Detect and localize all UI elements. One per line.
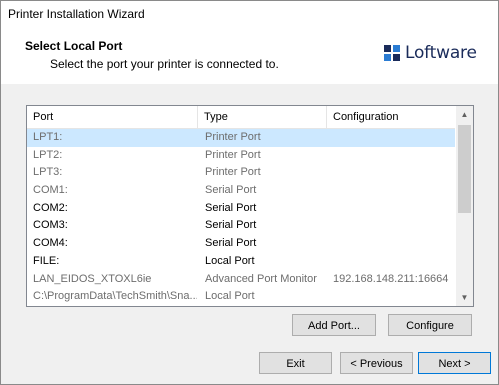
column-header-configuration[interactable]: Configuration [327,106,455,128]
type-cell: Printer Port [205,148,261,161]
exit-button[interactable]: Exit [259,352,332,374]
window-title: Printer Installation Wizard [8,7,145,21]
logo-wordmark: Loftware [405,43,477,63]
configuration-cell [333,288,453,306]
port-cell: COM2: [33,201,68,214]
column-header-port[interactable]: Port [27,106,198,128]
port-list-scrollbar[interactable]: ▲ ▼ [456,106,473,306]
port-row[interactable]: LPT3: Printer Port [27,164,455,182]
port-cell: FILE: [33,254,60,267]
configuration-cell: 192.168.148.211:16664 [333,272,449,285]
port-row[interactable]: COM2: Serial Port [27,200,455,218]
configuration-cell [333,235,453,253]
port-row[interactable]: LPT2: Printer Port [27,147,455,165]
wizard-window: Printer Installation Wizard Select Local… [0,0,499,385]
configure-button[interactable]: Configure [388,314,472,336]
port-row[interactable]: COM4: Serial Port [27,235,455,253]
port-list-header: Port Type Configuration [27,106,455,129]
wizard-header: Select Local Port Select the port your p… [1,27,498,84]
loftware-logo: Loftware [383,41,479,65]
port-cell: COM4: [33,237,68,250]
port-row[interactable]: COM1: Serial Port [27,182,455,200]
port-cell: LPT1: [33,131,63,143]
type-cell: Advanced Port Monitor [205,272,317,285]
configuration-cell [333,200,453,218]
port-cell: LPT3: [33,166,63,179]
configuration-cell [333,182,453,200]
configuration-cell [333,129,453,147]
port-row[interactable]: C:\ProgramData\TechSmith\Sna... Local Por… [27,288,455,306]
type-cell: Serial Port [205,237,257,250]
type-cell: Printer Port [205,166,261,179]
scroll-down-arrow-icon[interactable]: ▼ [456,289,473,306]
next-button[interactable]: Next > [418,352,491,374]
port-cell: COM3: [33,219,68,232]
type-cell: Serial Port [205,219,257,232]
port-row[interactable]: FILE: Local Port [27,253,455,271]
configuration-cell [333,164,453,182]
title-bar: Printer Installation Wizard [1,1,498,27]
scrollbar-thumb[interactable] [458,125,471,213]
configuration-cell [333,217,453,235]
wizard-footer: Exit < Previous Next > [1,342,498,384]
port-row[interactable]: LPT1: Printer Port [27,129,455,147]
port-cell: LAN_EIDOS_XTOXL6ie [33,272,152,285]
port-cell: LPT2: [33,148,63,161]
port-list[interactable]: Port Type Configuration LPT1: Printer Por… [26,105,474,307]
type-cell: Serial Port [205,201,257,214]
add-port-button[interactable]: Add Port... [292,314,376,336]
port-rows: LPT1: Printer Port LPT2: Printer Port LPT3: P… [27,129,455,306]
configuration-cell [333,147,453,165]
scroll-up-arrow-icon[interactable]: ▲ [456,106,473,123]
port-cell: COM1: [33,184,68,197]
type-cell: Serial Port [205,184,257,197]
type-cell: Printer Port [205,131,261,143]
column-header-type[interactable]: Type [198,106,327,128]
port-cell: C:\ProgramData\TechSmith\Sna... [33,290,197,303]
page-subtitle: Select the port your printer is connecte… [50,57,279,71]
loftware-logo-icon [383,44,401,62]
wizard-body: Port Type Configuration LPT1: Printer Por… [1,84,498,342]
type-cell: Local Port [205,290,255,303]
type-cell: Local Port [205,254,255,267]
port-row[interactable]: LAN_EIDOS_XTOXL6ie Advanced Port Monitor 1… [27,271,455,289]
previous-button[interactable]: < Previous [340,352,413,374]
configuration-cell [333,253,453,271]
page-heading: Select Local Port [25,39,123,53]
port-row[interactable]: COM3: Serial Port [27,217,455,235]
